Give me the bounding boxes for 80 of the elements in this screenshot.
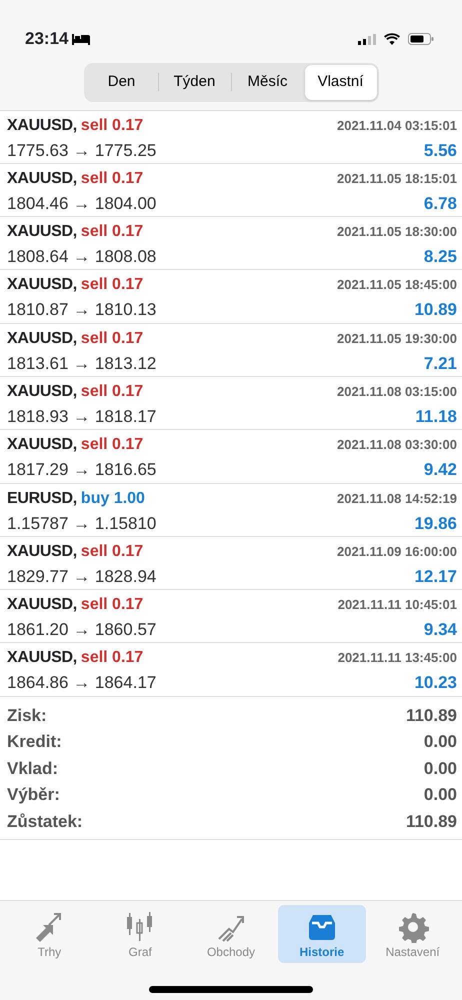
trade-symbol: XAUUSD, [7,222,77,242]
trade-profit: 5.56 [424,140,457,162]
trade-symbol: XAUUSD, [7,595,77,616]
trade-order: sell 0.17 [80,168,144,189]
trade-order: sell 0.17 [80,116,144,136]
trade-order: buy 1.00 [80,488,145,509]
summary-label: Zisk: [7,704,47,727]
summary-label: Zůstatek: [7,810,83,833]
trade-symbol: XAUUSD, [7,168,77,189]
trade-symbol: XAUUSD, [7,328,77,349]
trade-symbol: EURUSD, [7,488,77,509]
trade-time: 2021.11.04 03:15:01 [337,116,457,134]
trade-prices: 1804.46 → 1804.00 [7,192,156,215]
tab-bar-item[interactable]: Obchody [186,905,275,963]
trade-prices: 1.15787 → 1.15810 [7,512,156,535]
trade-time: 2021.11.05 19:30:00 [337,330,457,348]
trade-time: 2021.11.08 03:30:00 [337,436,457,454]
trade-profit: 10.89 [414,299,457,322]
trade-prices: 1775.63 → 1775.25 [7,140,156,162]
trade-time: 2021.11.11 10:45:01 [338,596,457,614]
trade-profit: 19.86 [414,512,457,535]
trade-profit: 9.42 [424,459,457,482]
trade-order: sell 0.17 [80,542,144,562]
trade-time: 2021.11.05 18:30:00 [337,223,457,242]
trade-symbol: XAUUSD, [7,435,77,456]
trade-symbol: XAUUSD, [7,275,77,296]
trade-symbol: XAUUSD, [7,648,77,668]
summary-label: Kredit: [7,731,62,754]
wifi-icon [384,33,400,45]
trade-order: sell 0.17 [80,648,144,668]
tab-bar-item[interactable]: Graf [96,905,184,963]
trade-symbol: XAUUSD, [7,116,77,136]
summary-value: 0.00 [424,784,457,806]
trade-profit: 6.78 [424,192,457,215]
segment-tab[interactable]: Vlastní [304,65,376,100]
bed-icon [72,33,90,45]
trade-order: sell 0.17 [80,275,144,296]
tab-bar-item[interactable]: Nastavení [368,905,457,963]
trade-time: 2021.11.11 13:45:00 [338,649,457,668]
trade-profit: 8.25 [424,246,457,268]
clock: 23:14 [25,28,68,50]
trade-prices: 1813.61 → 1813.12 [7,352,156,375]
trade-prices: 1864.86 → 1864.17 [7,672,156,694]
trade-prices: 1810.87 → 1810.13 [7,299,156,322]
summary-value: 0.00 [424,731,457,754]
trade-order: sell 0.17 [80,222,144,242]
summary-value: 110.89 [406,810,457,833]
trade-time: 2021.11.09 16:00:00 [337,542,457,561]
trade-symbol: XAUUSD, [7,382,77,402]
tab-bar-item[interactable]: Historie [278,905,366,963]
summary-label: Výběr: [7,784,60,806]
segment-tab[interactable]: Týden [158,65,230,100]
trade-prices: 1817.29 → 1816.65 [7,459,156,482]
trade-profit: 7.21 [424,352,457,375]
trade-prices: 1808.64 → 1808.08 [7,246,156,268]
signal-icon [358,34,376,44]
settings-icon [396,911,429,943]
summary-value: 0.00 [424,758,457,780]
segment-tab[interactable]: Den [86,65,158,100]
trade-time: 2021.11.08 03:15:00 [337,382,457,401]
trade-prices: 1829.77 → 1828.94 [7,566,156,588]
trade-prices: 1861.20 → 1860.57 [7,619,156,642]
trade-time: 2021.11.05 18:45:00 [337,276,457,294]
segment-tab[interactable]: Měsíc [232,65,304,100]
tab-bar-item[interactable]: Trhy [5,905,94,963]
trade-time: 2021.11.05 18:15:01 [337,170,457,188]
trade-profit: 10.23 [414,672,457,694]
summary-label: Vklad: [7,758,58,780]
trade-time: 2021.11.08 14:52:19 [337,490,457,508]
trade-order: sell 0.17 [80,382,144,402]
trade-profit: 12.17 [414,566,457,588]
summary-value: 110.89 [406,704,457,727]
trade-symbol: XAUUSD, [7,542,77,562]
trade-order: sell 0.17 [80,328,144,349]
battery-icon [408,33,434,45]
trade-order: sell 0.17 [80,595,144,616]
trade-prices: 1818.93 → 1818.17 [7,406,156,428]
trade-profit: 9.34 [424,619,457,642]
trade-profit: 11.18 [415,406,457,428]
trade-order: sell 0.17 [80,435,144,456]
